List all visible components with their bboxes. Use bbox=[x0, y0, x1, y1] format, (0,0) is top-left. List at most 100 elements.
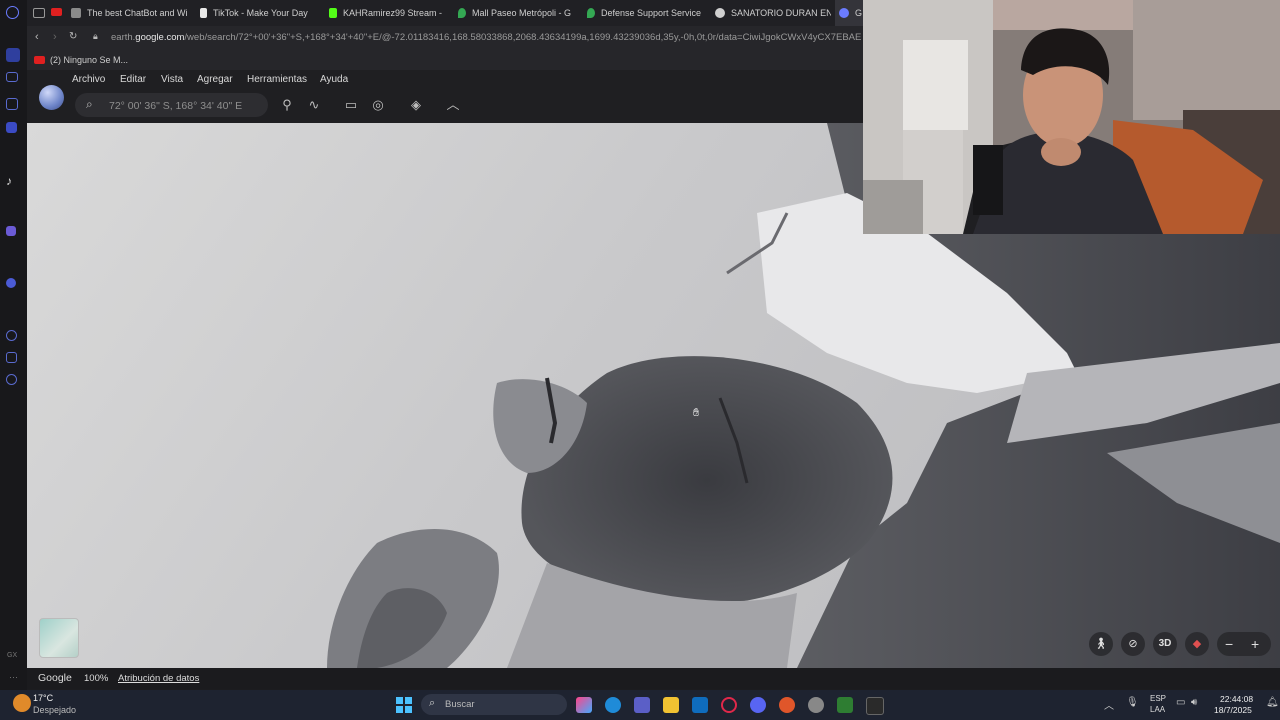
address-bar: ‹ › ↻ 🔒︎ earth.google.com/web/search/72°… bbox=[27, 26, 863, 50]
google-brand: Google bbox=[38, 672, 72, 684]
menu-vista[interactable]: Vista bbox=[161, 74, 183, 85]
taskbar-search-placeholder: Buscar bbox=[445, 699, 475, 710]
workspace-icon[interactable] bbox=[33, 8, 45, 18]
tiktok-sidebar-icon[interactable]: ♪ bbox=[6, 174, 20, 188]
earth-status-bar: Google 100% Atribución de datos bbox=[27, 668, 1280, 689]
bookmarks-bar: (2) Ninguno Se M... bbox=[27, 50, 863, 70]
tray-chevron-icon[interactable]: ︿ bbox=[1104, 697, 1114, 712]
settings-gear-icon[interactable] bbox=[6, 374, 17, 385]
weather-icon[interactable] bbox=[13, 694, 31, 712]
tiktok-icon bbox=[200, 8, 207, 18]
microphone-icon[interactable]: 🎙︎ bbox=[1126, 697, 1139, 708]
tab-tiktok[interactable]: TikTok - Make Your Day bbox=[200, 0, 316, 26]
search-icon: ⌕ bbox=[86, 97, 93, 111]
map-style-thumbnail[interactable] bbox=[39, 618, 79, 658]
tab-sanatorio[interactable]: SANATORIO DURAN EN C bbox=[715, 0, 831, 26]
menu-editar[interactable]: Editar bbox=[120, 74, 146, 85]
bookmark-item[interactable]: (2) Ninguno Se M... bbox=[34, 55, 128, 65]
menu-agregar[interactable]: Agregar bbox=[197, 74, 233, 85]
weather-desc: Despejado bbox=[33, 705, 77, 715]
youtube-icon[interactable] bbox=[51, 8, 62, 16]
earth-icon bbox=[839, 8, 849, 18]
keyboard-layout[interactable]: LAA bbox=[1150, 705, 1165, 714]
globe-icon bbox=[715, 8, 725, 18]
robot-icon bbox=[71, 8, 81, 18]
discord-icon[interactable] bbox=[750, 697, 766, 713]
google-earth-logo-icon[interactable] bbox=[39, 85, 64, 110]
music-icon[interactable] bbox=[6, 278, 16, 288]
reload-icon[interactable]: ↻ bbox=[69, 31, 77, 42]
history-icon[interactable] bbox=[6, 330, 17, 341]
notifications-icon[interactable]: 🔔︎ bbox=[1266, 697, 1279, 708]
network-icon[interactable]: ▭ bbox=[1176, 697, 1185, 708]
edge-icon[interactable] bbox=[605, 697, 621, 713]
tab-strip: The best ChatBot and Wi TikTok - Make Yo… bbox=[27, 0, 863, 26]
layers-icon[interactable]: ◈ bbox=[408, 97, 424, 113]
weather-temp: 17°C bbox=[33, 693, 54, 703]
browser-sidebar: ♪ GX ··· bbox=[0, 0, 27, 690]
messenger-icon[interactable] bbox=[6, 122, 17, 133]
tab-mall-paseo[interactable]: Mall Paseo Metrópoli - G bbox=[458, 0, 574, 26]
menu-herramientas[interactable]: Herramientas bbox=[247, 74, 307, 85]
url-field[interactable]: earth.google.com/web/search/72°+00'+36"+… bbox=[111, 32, 861, 43]
search-icon: ⌕ bbox=[429, 697, 436, 709]
menu-ayuda[interactable]: Ayuda bbox=[320, 74, 348, 85]
earth-toolbar: ⌕ ⚲ ∿ ▭ ◎ ◈ ︿ bbox=[27, 85, 863, 123]
clock-date[interactable]: 18/7/2025 bbox=[1214, 705, 1252, 715]
obs-icon[interactable] bbox=[808, 697, 824, 713]
epic-games-icon[interactable] bbox=[866, 697, 884, 715]
opera-gx-icon[interactable] bbox=[721, 697, 737, 713]
more-icon[interactable]: ··· bbox=[9, 672, 18, 682]
view-3d-button[interactable]: 3D bbox=[1153, 632, 1177, 656]
path-icon[interactable]: ∿ bbox=[306, 97, 322, 113]
terminal-icon[interactable] bbox=[837, 697, 853, 713]
opera-logo-icon[interactable] bbox=[6, 6, 19, 19]
earth-menu-bar: Archivo Editar Vista Agregar Herramienta… bbox=[27, 70, 863, 90]
tab-google-earth-active[interactable]: G bbox=[835, 0, 863, 26]
webcam-overlay bbox=[863, 0, 1280, 234]
app-icon[interactable] bbox=[779, 697, 795, 713]
data-attribution-link[interactable]: Atribución de datos bbox=[118, 673, 199, 684]
file-explorer-icon[interactable] bbox=[663, 697, 679, 713]
back-icon[interactable]: ‹ bbox=[35, 31, 39, 43]
pegman-icon[interactable]: 🚶︎ bbox=[1089, 632, 1113, 656]
taskbar: 17°C Despejado ⌕ Buscar ︿ 🎙︎ ESP LAA ▭ 🔊… bbox=[0, 690, 1280, 720]
taskbar-search[interactable]: ⌕ Buscar bbox=[421, 694, 567, 715]
zoom-out-icon[interactable]: − bbox=[1225, 632, 1233, 656]
compass-icon[interactable]: ◆ bbox=[1185, 632, 1209, 656]
outlook-icon[interactable] bbox=[692, 697, 708, 713]
tab-kick-stream[interactable]: KAHRamirez99 Stream - bbox=[329, 0, 445, 26]
home-icon[interactable] bbox=[6, 48, 20, 62]
tilt-off-icon[interactable]: ⊘ bbox=[1121, 632, 1145, 656]
zoom-controls: − + bbox=[1217, 632, 1271, 656]
teams-icon[interactable] bbox=[634, 697, 650, 713]
store-icon[interactable] bbox=[6, 98, 18, 110]
map-pin-icon bbox=[587, 8, 595, 18]
clock-time[interactable]: 22:44:08 bbox=[1220, 694, 1253, 704]
tab-chatbot[interactable]: The best ChatBot and Wi bbox=[71, 0, 187, 26]
tab-defense-support[interactable]: Defense Support Service bbox=[587, 0, 703, 26]
menu-archivo[interactable]: Archivo bbox=[72, 74, 105, 85]
search-box[interactable]: ⌕ bbox=[75, 93, 268, 119]
windows-start-icon[interactable] bbox=[396, 697, 412, 713]
ruler-icon[interactable]: ▭ bbox=[343, 97, 359, 113]
kick-icon bbox=[329, 8, 337, 18]
forward-icon[interactable]: › bbox=[53, 31, 57, 43]
map-pin-icon bbox=[458, 8, 466, 18]
copilot-icon[interactable] bbox=[576, 697, 592, 713]
hand-cursor-icon: ✋︎ bbox=[693, 407, 700, 419]
twitch-icon[interactable] bbox=[6, 226, 16, 236]
volume-icon[interactable]: 🔊︎ bbox=[1191, 697, 1197, 708]
gx-label: GX bbox=[7, 652, 18, 659]
controller-icon[interactable] bbox=[6, 72, 18, 82]
language-code[interactable]: ESP bbox=[1150, 694, 1166, 703]
extensions-icon[interactable] bbox=[6, 352, 17, 363]
screenshot-icon[interactable]: ◎ bbox=[370, 97, 386, 113]
search-input[interactable] bbox=[107, 93, 261, 119]
zoom-level: 100% bbox=[84, 673, 109, 684]
placemark-icon[interactable]: ⚲ bbox=[279, 97, 295, 113]
youtube-icon bbox=[34, 56, 45, 64]
lock-icon: 🔒︎ bbox=[93, 31, 98, 41]
zoom-in-icon[interactable]: + bbox=[1251, 632, 1259, 656]
collapse-chevron-icon[interactable]: ︿ bbox=[445, 97, 461, 113]
